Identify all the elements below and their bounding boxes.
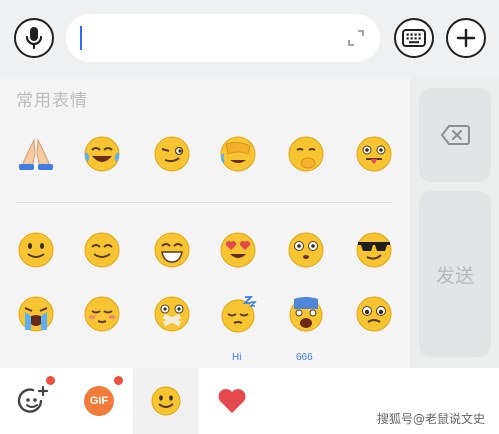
tab-gif[interactable]: GIF: [66, 368, 132, 434]
sunglasses-emoji[interactable]: [354, 230, 394, 270]
heart-icon: [218, 389, 246, 413]
tongue-out-emoji[interactable]: [354, 134, 394, 174]
partial-emoji[interactable]: [16, 356, 56, 368]
send-label: 发送: [435, 264, 474, 287]
shy-blushing-emoji[interactable]: [82, 294, 122, 334]
watermark: 搜狐号@老鼠说文史: [376, 412, 485, 426]
keyboard-button[interactable]: [394, 18, 434, 58]
more-options-button[interactable]: [446, 18, 486, 58]
partial-emoji[interactable]: [82, 356, 122, 368]
emoji-tab-bar: GIF 搜狐号@老鼠说文史: [0, 368, 499, 434]
slightly-smiling-emoji[interactable]: [16, 230, 56, 270]
partial-emoji[interactable]: Hi: [218, 352, 258, 368]
voice-input-button[interactable]: [14, 18, 54, 58]
keyboard-icon: [402, 29, 426, 47]
smirk-emoji[interactable]: [152, 134, 192, 174]
mouth-taped-emoji[interactable]: [152, 294, 192, 334]
emoji-panel: 常用表情 Hi 666: [0, 78, 410, 368]
notification-dot: [114, 376, 123, 385]
send-button[interactable]: 发送: [419, 191, 491, 357]
facepalm-emoji[interactable]: [218, 134, 258, 174]
expand-icon[interactable]: [348, 30, 364, 46]
partial-emoji[interactable]: [354, 356, 394, 368]
face-with-tears-of-joy-emoji[interactable]: [82, 134, 122, 174]
tab-favorites[interactable]: [199, 368, 265, 434]
partial-emoji[interactable]: [152, 356, 192, 368]
pleading-emoji[interactable]: [354, 294, 394, 334]
grinning-emoji[interactable]: [152, 230, 192, 270]
notification-dot: [46, 376, 55, 385]
loudly-crying-emoji[interactable]: [16, 294, 56, 334]
tab-emoji[interactable]: [133, 368, 199, 434]
heart-eyes-emoji[interactable]: [218, 230, 258, 270]
microphone-icon: [25, 27, 43, 50]
gif-icon: GIF: [84, 386, 114, 416]
message-input[interactable]: [66, 14, 380, 62]
smiley-icon: [151, 386, 181, 416]
anguished-emoji[interactable]: [286, 294, 326, 334]
input-bar: [0, 0, 499, 78]
backspace-button[interactable]: [419, 88, 491, 182]
section-title: 常用表情: [16, 91, 88, 111]
text-caret: [80, 26, 82, 50]
flushed-emoji[interactable]: [286, 230, 326, 270]
backspace-icon: [440, 125, 470, 145]
partial-emoji[interactable]: 666: [286, 352, 326, 368]
plus-icon: [456, 28, 476, 48]
add-sticker-icon: [17, 385, 49, 413]
sleepy-emoji[interactable]: [218, 294, 258, 334]
section-divider: [16, 202, 392, 203]
folded-hands-emoji[interactable]: [16, 134, 56, 174]
thinking-covering-mouth-emoji[interactable]: [286, 134, 326, 174]
tab-add-sticker[interactable]: [0, 368, 66, 434]
smiling-emoji[interactable]: [82, 230, 122, 270]
side-keys: 发送: [410, 78, 499, 368]
